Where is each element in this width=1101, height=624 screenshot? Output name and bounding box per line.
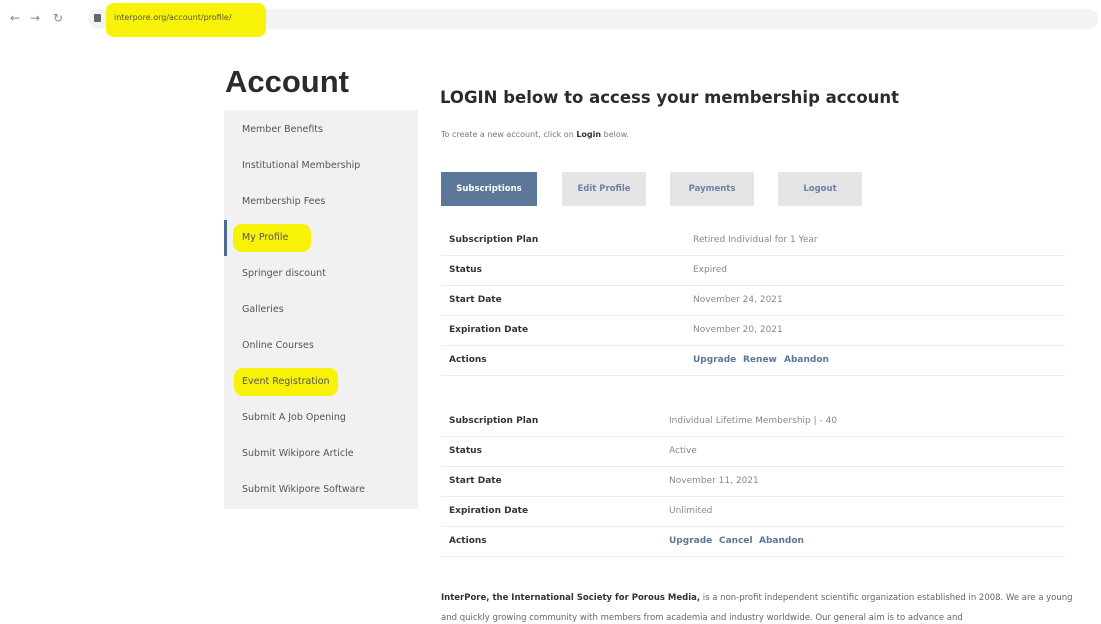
sidebar-item-label: Institutional Membership: [242, 160, 361, 171]
row-value: Active: [669, 446, 697, 456]
sidebar-item-label: Submit Wikipore Software: [242, 484, 365, 495]
subscription-table: Subscription Plan Individual Lifetime Me…: [441, 407, 1065, 557]
sidebar-item-label: Membership Fees: [242, 196, 326, 207]
sidebar-item-label: Submit Wikipore Article: [242, 448, 354, 459]
row-label: Expiration Date: [449, 506, 529, 516]
sidebar-item-label: Submit A Job Opening: [242, 412, 346, 423]
row-label: Expiration Date: [449, 325, 529, 335]
back-icon[interactable]: ←: [8, 11, 22, 25]
tab-subscriptions[interactable]: Subscriptions: [441, 172, 537, 206]
tab-edit-profile[interactable]: Edit Profile: [562, 172, 646, 206]
upgrade-link[interactable]: Upgrade: [693, 355, 736, 365]
table-row: Subscription Plan Individual Lifetime Me…: [441, 407, 1065, 437]
row-label: Status: [449, 446, 482, 456]
abandon-link[interactable]: Abandon: [759, 536, 804, 546]
row-value: November 20, 2021: [693, 325, 783, 335]
row-label: Subscription Plan: [449, 235, 539, 245]
sidebar-menu: Member Benefits Institutional Membership…: [224, 110, 418, 509]
table-row: Status Active: [441, 437, 1065, 467]
sidebar-item-galleries[interactable]: Galleries: [224, 292, 418, 328]
sidebar-item-submit-wikipore-article[interactable]: Submit Wikipore Article: [224, 436, 418, 472]
sidebar-item-label: Member Benefits: [242, 124, 323, 135]
sidebar-item-label: Online Courses: [242, 340, 314, 351]
sidebar-item-springer-discount[interactable]: Springer discount: [224, 256, 418, 292]
row-label: Start Date: [449, 476, 502, 486]
row-value: November 11, 2021: [669, 476, 759, 486]
sidebar-item-member-benefits[interactable]: Member Benefits: [224, 112, 418, 148]
subscription-table: Subscription Plan Retired Individual for…: [441, 226, 1065, 376]
tab-payments[interactable]: Payments: [670, 172, 754, 206]
login-heading: LOGIN below to access your membership ac…: [440, 88, 900, 107]
table-row: Subscription Plan Retired Individual for…: [441, 226, 1065, 256]
browser-toolbar: ← → ↻ interpore.org/account/profile/: [0, 0, 1101, 38]
upgrade-link[interactable]: Upgrade: [669, 536, 712, 546]
forward-icon[interactable]: →: [28, 11, 42, 25]
sidebar-item-label: Springer discount: [242, 268, 326, 279]
row-label: Start Date: [449, 295, 502, 305]
cancel-link[interactable]: Cancel: [719, 536, 753, 546]
sidebar-item-my-profile[interactable]: My Profile: [224, 220, 418, 256]
table-row: Expiration Date Unlimited: [441, 497, 1065, 527]
renew-link[interactable]: Renew: [743, 355, 777, 365]
row-value: Retired Individual for 1 Year: [693, 235, 818, 245]
create-account-hint: To create a new account, click on Login …: [441, 130, 630, 139]
about-paragraph: InterPore, the International Society for…: [441, 588, 1081, 624]
row-label: Actions: [449, 536, 487, 546]
tab-logout[interactable]: Logout: [778, 172, 862, 206]
sidebar-item-label: Event Registration: [242, 376, 330, 387]
row-value: Individual Lifetime Membership | - 40: [669, 416, 838, 426]
sidebar-item-label: My Profile: [242, 232, 289, 243]
lock-icon: [94, 14, 101, 22]
row-value: Unlimited: [669, 506, 713, 516]
row-value: Expired: [693, 265, 727, 275]
org-name: InterPore, the International Society for…: [441, 593, 701, 603]
table-row: Expiration Date November 20, 2021: [441, 316, 1065, 346]
abandon-link[interactable]: Abandon: [784, 355, 829, 365]
sidebar-item-submit-job-opening[interactable]: Submit A Job Opening: [224, 400, 418, 436]
table-row: Status Expired: [441, 256, 1065, 286]
table-row: Start Date November 24, 2021: [441, 286, 1065, 316]
reload-icon[interactable]: ↻: [51, 11, 65, 25]
sidebar-item-institutional-membership[interactable]: Institutional Membership: [224, 148, 418, 184]
sidebar-item-label: Galleries: [242, 304, 284, 315]
login-link[interactable]: Login: [576, 130, 601, 139]
table-row: Actions Upgrade Cancel Abandon: [441, 527, 1065, 557]
row-value: November 24, 2021: [693, 295, 783, 305]
table-row: Actions Upgrade Renew Abandon: [441, 346, 1065, 376]
sidebar-item-membership-fees[interactable]: Membership Fees: [224, 184, 418, 220]
sidebar-item-event-registration[interactable]: Event Registration: [224, 364, 418, 400]
sidebar-item-submit-wikipore-software[interactable]: Submit Wikipore Software: [224, 472, 418, 508]
table-row: Start Date November 11, 2021: [441, 467, 1065, 497]
row-label: Status: [449, 265, 482, 275]
row-label: Actions: [449, 355, 487, 365]
url-text[interactable]: interpore.org/account/profile/: [114, 13, 232, 22]
row-label: Subscription Plan: [449, 416, 539, 426]
page-title: Account: [225, 64, 349, 99]
sidebar-item-online-courses[interactable]: Online Courses: [224, 328, 418, 364]
